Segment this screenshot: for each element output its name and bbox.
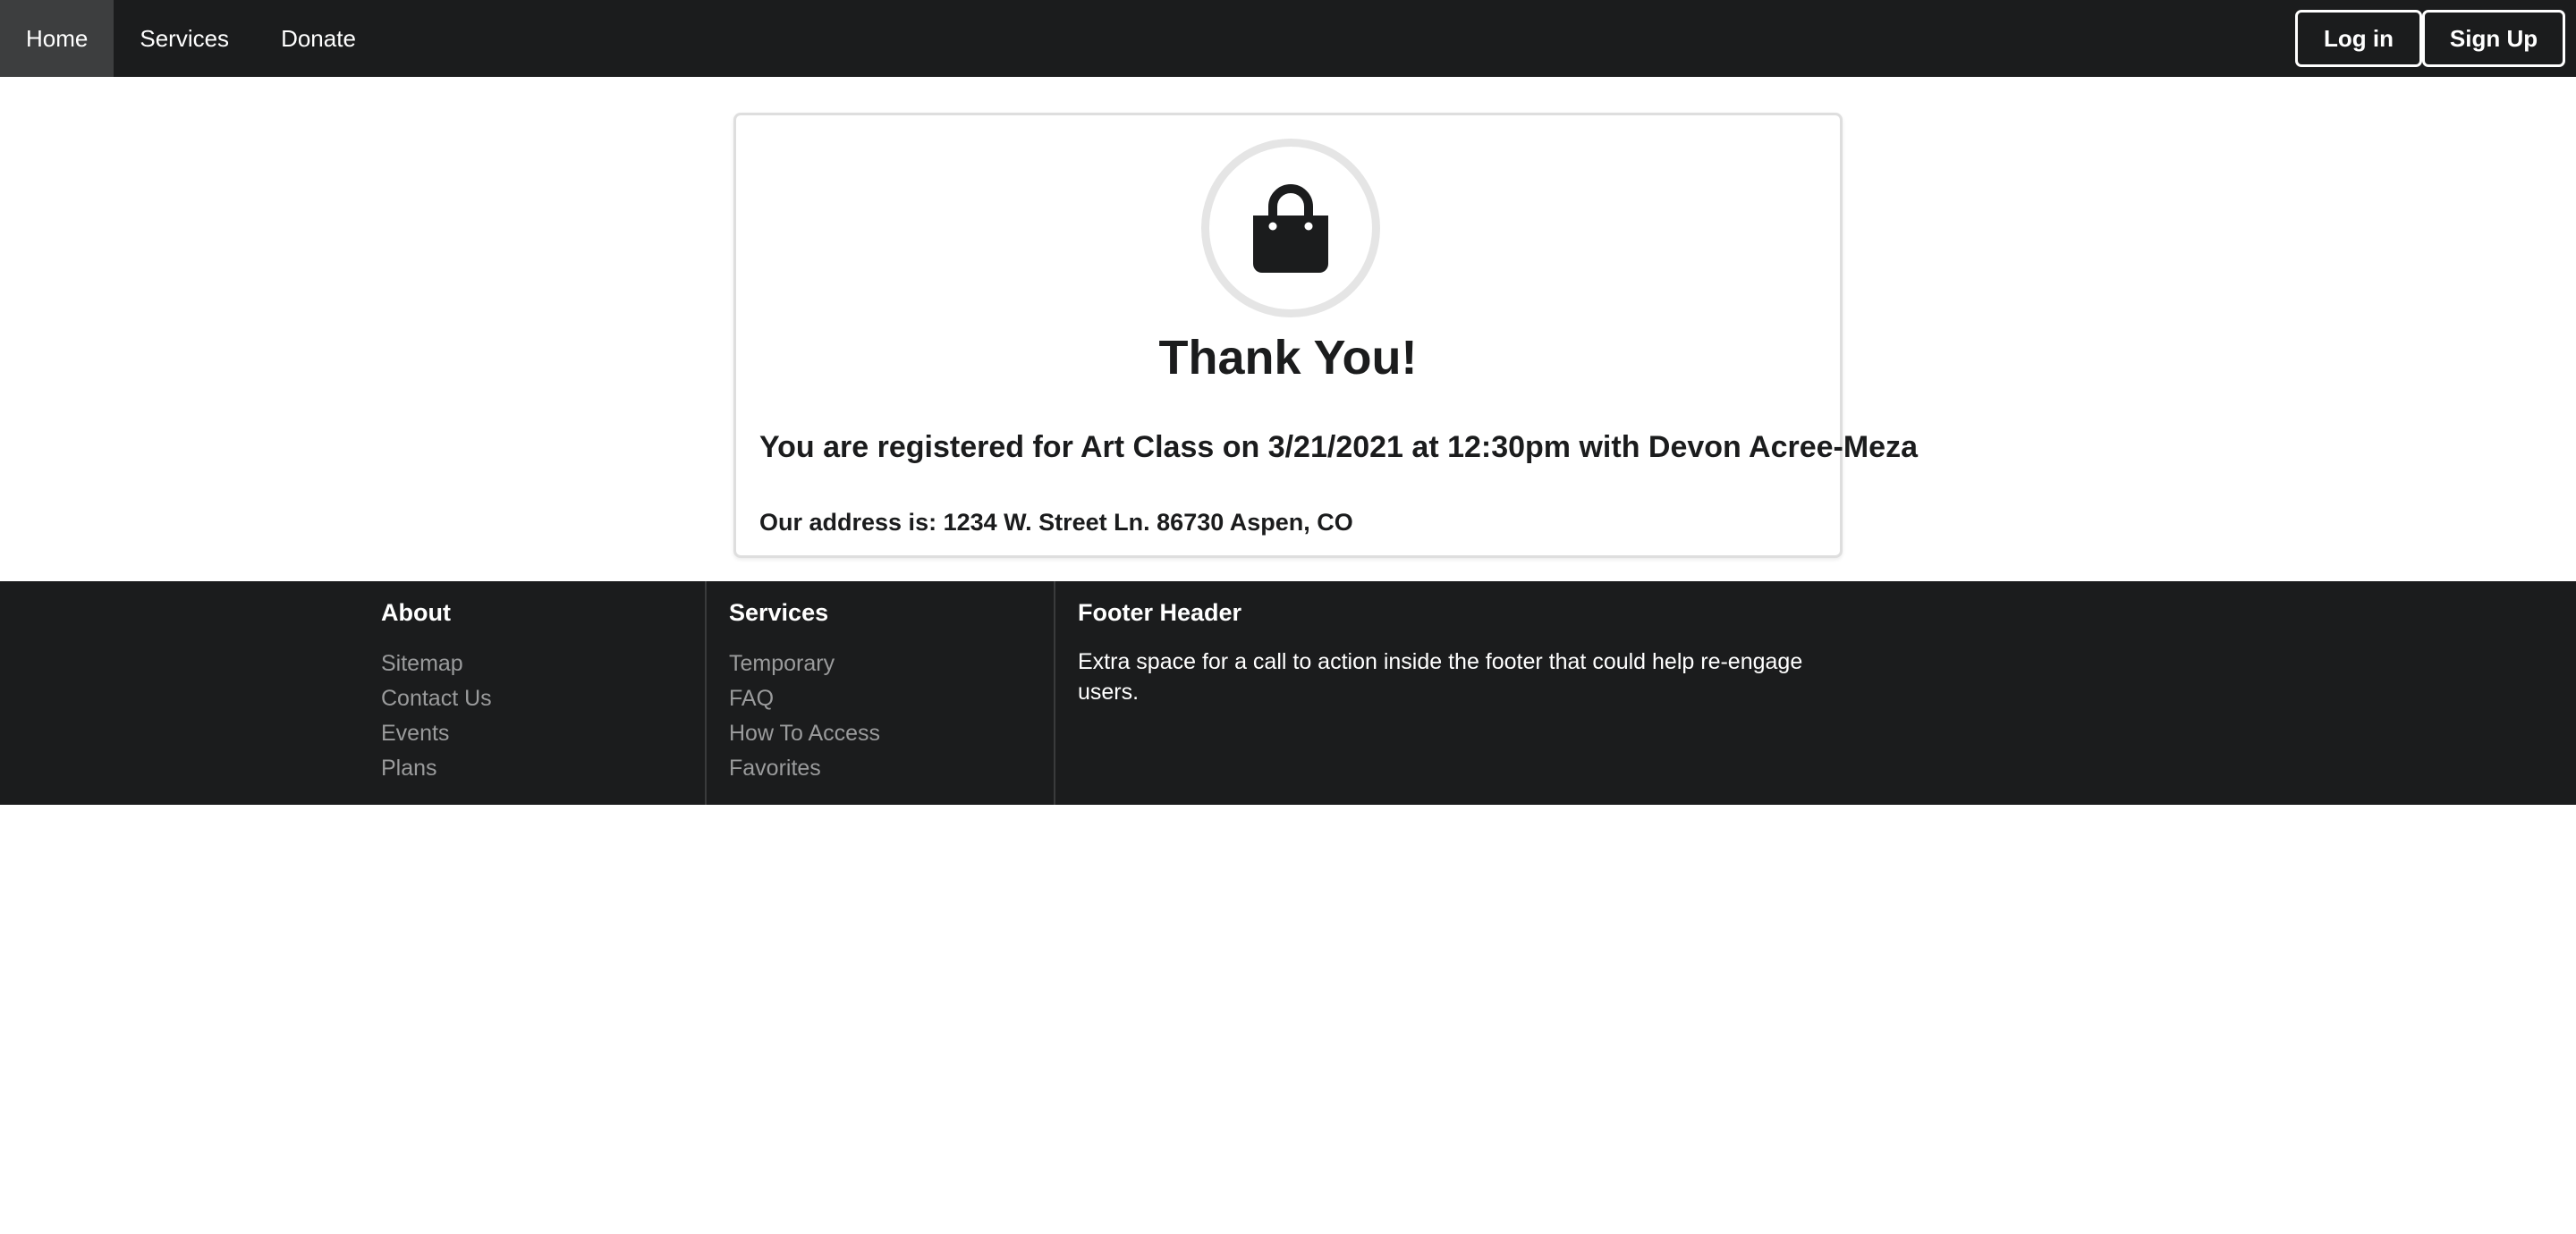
auth-buttons: Log in Sign Up <box>2295 0 2576 77</box>
footer-link-contact-us[interactable]: Contact Us <box>381 681 705 716</box>
registration-message: You are registered for Art Class on 3/21… <box>759 430 1918 464</box>
footer-link-faq[interactable]: FAQ <box>729 681 1054 716</box>
footer-services-heading: Services <box>729 599 829 626</box>
thank-you-title: Thank You! <box>1158 331 1418 385</box>
nav-item-services[interactable]: Services <box>114 0 255 77</box>
login-button[interactable]: Log in <box>2295 10 2422 67</box>
top-nav-bar: Home Services Donate Log in Sign Up <box>0 0 2576 77</box>
footer-link-how-to-access[interactable]: How To Access <box>729 716 1054 751</box>
footer-about-column: About Sitemap Contact Us Events Plans <box>381 581 707 805</box>
nav-item-home[interactable]: Home <box>0 0 114 77</box>
footer-cta-heading: Footer Header <box>1078 599 1242 626</box>
confirmation-card: Thank You! You are registered for Art Cl… <box>733 113 1918 558</box>
footer-link-sitemap[interactable]: Sitemap <box>381 647 705 681</box>
nav-item-donate[interactable]: Donate <box>255 0 382 77</box>
footer-about-heading: About <box>381 599 451 626</box>
icon-circle <box>1201 139 1380 317</box>
address-text: Our address is: 1234 W. Street Ln. 86730… <box>759 509 1353 536</box>
shopping-bag-icon <box>1253 184 1328 273</box>
footer-services-column: Services Temporary FAQ How To Access Fav… <box>707 581 1055 805</box>
footer-cta-text: Extra space for a call to action inside … <box>1078 649 1803 705</box>
footer-link-favorites[interactable]: Favorites <box>729 751 1054 786</box>
footer: About Sitemap Contact Us Events Plans Se… <box>0 581 2576 805</box>
signup-button[interactable]: Sign Up <box>2422 10 2565 67</box>
footer-link-plans[interactable]: Plans <box>381 751 705 786</box>
footer-cta-column: Footer Header Extra space for a call to … <box>1055 581 1825 805</box>
footer-link-temporary[interactable]: Temporary <box>729 647 1054 681</box>
footer-link-events[interactable]: Events <box>381 716 705 751</box>
